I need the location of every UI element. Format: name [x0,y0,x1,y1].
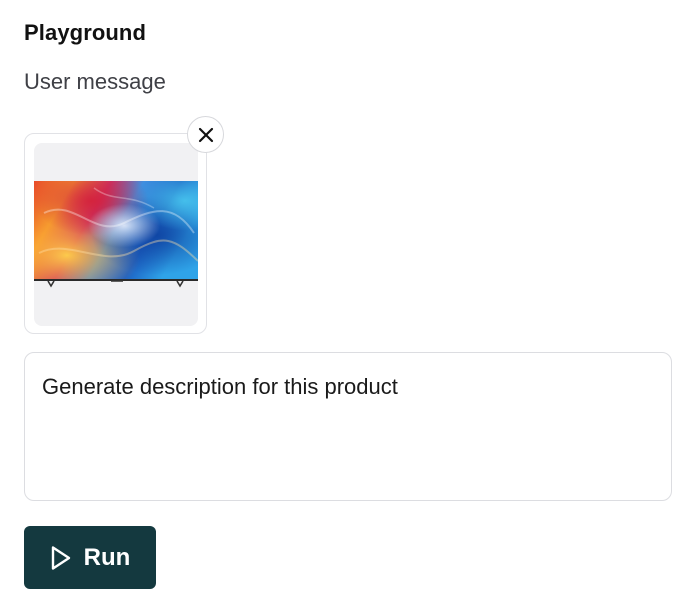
close-icon [197,126,215,144]
run-label: Run [83,543,131,571]
remove-attachment-button[interactable] [187,116,224,153]
attachment-thumbnail [34,143,198,326]
image-attachment[interactable] [24,133,207,334]
tv-stand [47,280,184,288]
user-message-input[interactable]: Generate description for this product [24,352,672,501]
user-message-text: Generate description for this product [42,374,398,399]
page-title: Playground [24,20,147,45]
user-message-label: User message [24,69,166,94]
run-button[interactable]: Run [24,526,156,589]
play-icon [50,545,72,571]
tv-product-image [34,181,198,288]
playground-panel: Playground User message Generate descrip… [0,0,697,615]
tv-screen [34,181,198,280]
